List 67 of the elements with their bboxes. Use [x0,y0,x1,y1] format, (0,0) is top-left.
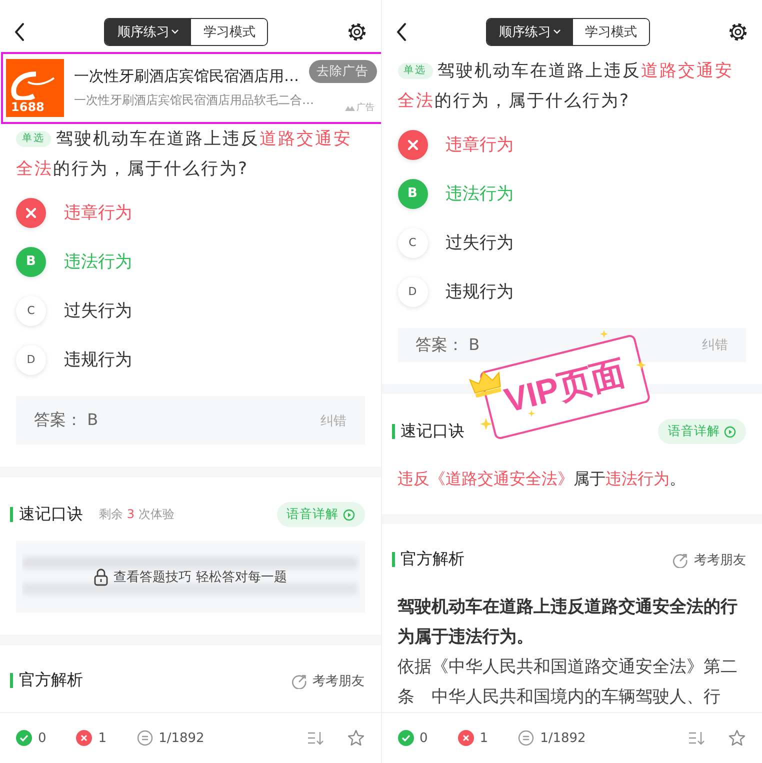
ad-subtitle: 一次性牙刷酒店宾馆民宿酒店用品软毛二合… [74,92,314,109]
settings-icon[interactable] [728,22,748,42]
lock-icon [94,568,108,586]
wrong-count: 1 [98,730,107,746]
question-text: 单选 驾驶机动车在道路上违反道路交通安全法的行为，属于什么行为? [15,128,353,181]
correct-count: 0 [38,730,46,746]
ad-label: 广告 [356,102,374,114]
trial-count: 剩余 3 次体验 [99,506,174,523]
correct-count-icon [398,730,414,746]
section-bar [392,424,394,439]
section-bar [392,552,394,567]
option-marker: B [16,246,46,276]
share-icon [290,672,306,688]
sort-icon[interactable] [306,730,324,746]
logo: 1688 [6,59,64,117]
lock-message: 查看答题技巧 轻松答对每一题 [114,569,287,586]
correct-count: 0 [420,730,428,746]
star-icon [480,418,492,430]
back-icon[interactable] [14,22,26,42]
analysis-summary: 驾驶机动车在道路上违反道路交通安全法的行为属于违法行为。 [396,596,738,649]
correct-count-icon [16,730,32,746]
wrong-count-icon [76,730,92,746]
sort-icon[interactable] [688,730,706,746]
tab[interactable]: 顺序练习 [105,19,192,45]
section-bar [10,673,13,688]
option-text[interactable]: 过失行为 [64,299,132,322]
ad-mark-icon [344,104,354,110]
list-icon[interactable] [518,730,534,746]
analysis-text: 依据《中华人民共和国道路交通安全法》第二条 中华人民共和国境内的车辆驾驶人、行 [396,656,738,709]
settings-icon[interactable] [346,22,366,42]
star-icon[interactable] [346,729,364,747]
share-link[interactable]: 考考朋友 [694,550,746,568]
option-marker: D [16,344,46,374]
option-text[interactable]: 违规行为 [446,280,514,303]
progress-count: 1/1892 [158,730,204,746]
play-icon [342,508,354,520]
option-marker: B [398,178,428,208]
share-link[interactable]: 考考朋友 [312,672,364,690]
wrong-count: 1 [480,730,488,746]
progress-count: 1/1892 [540,730,586,746]
option-marker: C [398,228,428,258]
star-icon [528,410,534,417]
ad-title: 一次性牙刷酒店宾馆民宿酒店用… [74,67,300,86]
option-marker: C [16,296,46,326]
ad-banner[interactable]: 1688 一次性牙刷酒店宾馆民宿酒店用… 一次性牙刷酒店宾馆民宿酒店用品软毛二合… 去除广告 广告 [3,54,380,122]
wrong-count-icon [458,730,474,746]
back-icon[interactable] [396,22,408,42]
option-marker: D [398,276,428,306]
share-icon [672,552,688,568]
answer-text: 答案： B [416,334,480,356]
tab[interactable]: 顺序练习 [486,19,573,45]
section-title: 官方解析 [400,549,464,570]
section-bar [10,507,13,522]
star-icon [636,360,646,370]
section-title: 速记口诀 [19,504,83,525]
section-title: 官方解析 [19,670,83,691]
locked-panel[interactable]: 查看答题技巧 轻松答对每一题 [16,541,364,613]
star-icon [600,330,608,338]
list-icon[interactable] [136,730,153,746]
play-icon [724,426,736,438]
option-text[interactable]: 过失行为 [446,231,514,254]
star-icon[interactable] [728,729,746,747]
mnemonic-text: 违反《道路交通安全法》属于违法行为。 [396,468,686,490]
answer-text: 答案： B [34,410,98,431]
option-text[interactable]: 违规行为 [64,348,132,371]
question-text: 单选 驾驶机动车在道路上违反道路交通安全法的行为，属于什么行为? [396,60,734,113]
section-title: 速记口诀 [400,421,464,442]
